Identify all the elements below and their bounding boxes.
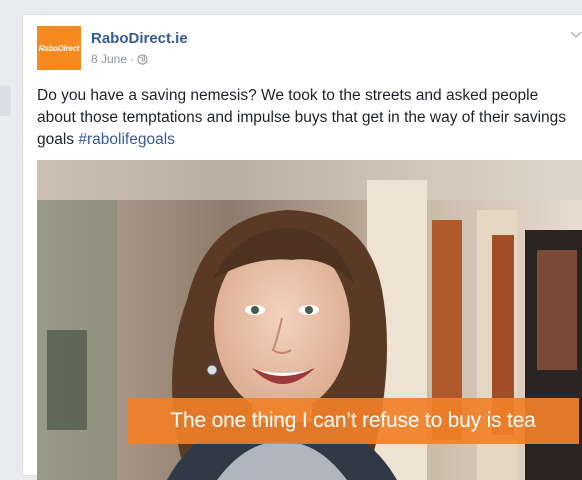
video-player[interactable]: The one thing I can’t refuse to buy is t… (37, 160, 582, 480)
video-subtitle: The one thing I can’t refuse to buy is t… (127, 398, 579, 444)
page-avatar[interactable]: RaboDirect (37, 26, 81, 70)
post-card: RaboDirect RaboDirect.ie 8 June · Do you… (22, 14, 582, 480)
meta-separator: · (130, 52, 135, 66)
left-nav-tab[interactable] (0, 86, 11, 116)
post-message: Do you have a saving nemesis? We took to… (37, 85, 567, 151)
chevron-down-icon[interactable] (569, 29, 582, 39)
globe-icon[interactable] (137, 53, 148, 65)
logo-text: RaboDirect (38, 43, 80, 53)
hashtag-link[interactable]: #rabolifegoals (78, 131, 175, 148)
post-date[interactable]: 8 June (91, 52, 127, 66)
page-name-link[interactable]: RaboDirect.ie (91, 30, 188, 47)
left-column (0, 0, 20, 457)
post-meta: 8 June · (91, 52, 148, 66)
subtitle-text: The one thing I can’t refuse to buy is t… (170, 409, 536, 432)
